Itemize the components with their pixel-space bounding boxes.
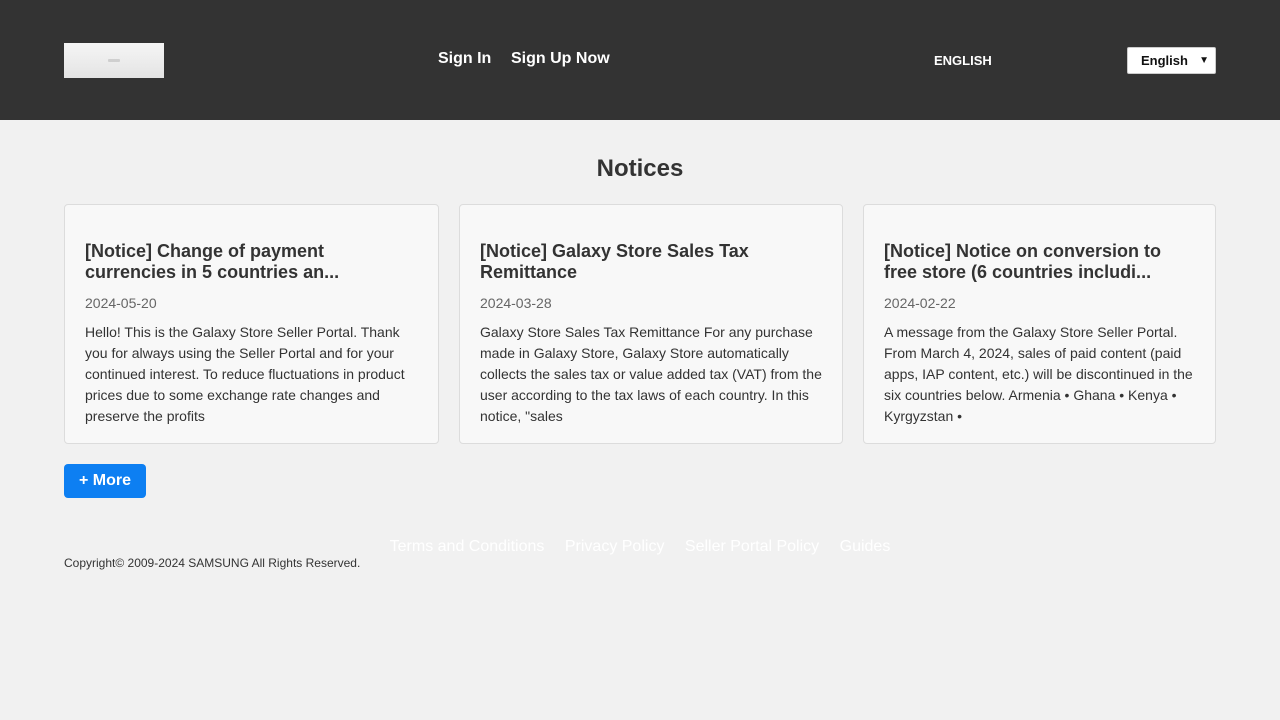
chevron-down-icon: ▼ (1199, 55, 1209, 66)
notice-card[interactable]: [Notice] Notice on conversion to free st… (863, 204, 1216, 444)
sign-up-link[interactable]: Sign Up Now (511, 50, 610, 68)
page-title: Notices (596, 155, 684, 182)
logo-mark-icon (108, 59, 120, 62)
more-button[interactable]: + More (64, 464, 146, 498)
language-select-value: English (1141, 53, 1188, 68)
seller-policy-link[interactable]: Seller Portal Policy (685, 538, 819, 555)
guides-link[interactable]: Guides (840, 538, 891, 555)
notice-title: [Notice] Notice on conversion to free st… (884, 241, 1162, 282)
notice-date: 2024-02-22 (884, 295, 956, 311)
notice-title: [Notice] Change of payment currencies in… (85, 241, 340, 282)
language-select[interactable]: English ▼ (1127, 47, 1216, 74)
notice-card[interactable]: [Notice] Galaxy Store Sales Tax Remittan… (459, 204, 843, 444)
language-label: ENGLISH (934, 53, 992, 68)
notice-excerpt: A message from the Galaxy Store Seller P… (884, 324, 1193, 424)
notice-date: 2024-03-28 (480, 295, 552, 311)
notice-date: 2024-05-20 (85, 295, 157, 311)
privacy-link[interactable]: Privacy Policy (565, 538, 665, 555)
sign-in-link[interactable]: Sign In (438, 50, 491, 68)
copyright-text: Copyright© 2009-2024 SAMSUNG All Rights … (64, 556, 361, 570)
notice-excerpt: Hello! This is the Galaxy Store Seller P… (85, 324, 405, 424)
terms-link[interactable]: Terms and Conditions (390, 538, 545, 555)
footer-links: Terms and Conditions Privacy Policy Sell… (0, 538, 1280, 556)
samsung-logo[interactable] (64, 43, 164, 78)
site-header: Sign In Sign Up Now ENGLISH English ▼ (0, 0, 1280, 120)
notice-title: [Notice] Galaxy Store Sales Tax Remittan… (480, 241, 749, 282)
notice-card[interactable]: [Notice] Change of payment currencies in… (64, 204, 439, 444)
notice-excerpt: Galaxy Store Sales Tax Remittance For an… (480, 324, 822, 424)
